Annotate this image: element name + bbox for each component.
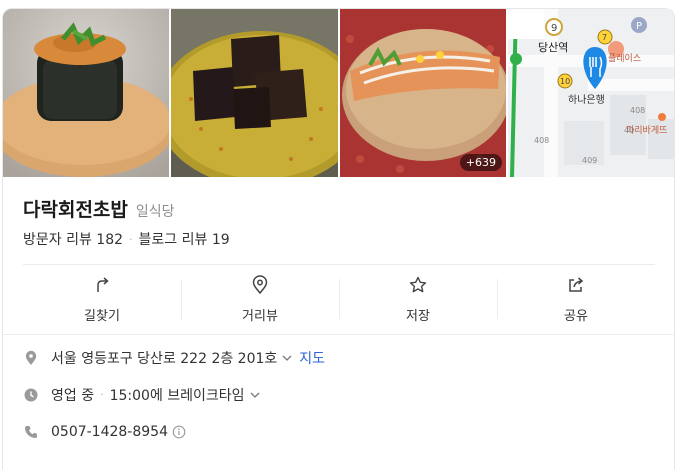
streetview-button[interactable]: 거리뷰 xyxy=(181,265,339,334)
map-place-label-1: 플레이스 xyxy=(608,53,641,64)
phone-row: 0507-1428-8954 xyxy=(23,413,653,450)
parking-label: P xyxy=(636,21,642,32)
separator-dot: · xyxy=(129,232,133,246)
map-bldg-409: 409 xyxy=(582,156,597,165)
chevron-down-icon[interactable] xyxy=(249,389,261,401)
exit-10-label: 10 xyxy=(560,77,570,86)
phone-number[interactable]: 0507-1428-8954 xyxy=(51,424,168,440)
place-header: 다락회전초밥 일식당 방문자 리뷰 182 · 블로그 리뷰 19 xyxy=(3,177,674,263)
directions-label: 길찾기 xyxy=(84,309,120,324)
separator-dot: · xyxy=(100,388,104,401)
map-bldg-40: 40 xyxy=(624,126,634,135)
map-bldg-408b: 408 xyxy=(630,106,645,115)
visitor-reviews-link[interactable]: 방문자 리뷰 182 xyxy=(23,229,123,249)
exit-7-label: 7 xyxy=(602,33,607,42)
clock-icon xyxy=(24,388,38,401)
place-category: 일식당 xyxy=(135,204,175,220)
share-button[interactable]: 공유 xyxy=(497,265,655,334)
map-station-label: 당산역 xyxy=(538,41,568,54)
save-button[interactable]: 저장 xyxy=(339,265,497,334)
star-icon xyxy=(409,276,427,293)
photo-salmon[interactable]: +639 xyxy=(340,9,506,177)
place-name: 다락회전초밥 xyxy=(23,199,128,221)
hours-detail: 15:00에 브레이크타임 xyxy=(109,387,245,404)
chevron-down-icon[interactable] xyxy=(281,352,293,364)
map-bldg-408a: 408 xyxy=(534,136,549,145)
streetview-label: 거리뷰 xyxy=(242,309,278,324)
hours-status: 영업 중 xyxy=(51,387,95,404)
save-label: 저장 xyxy=(406,309,430,324)
info-icon[interactable] xyxy=(172,425,186,439)
directions-button[interactable]: 길찾기 xyxy=(23,265,181,334)
subway-line-9-label: 9 xyxy=(551,23,557,34)
directions-icon xyxy=(97,277,109,292)
reviews-row: 방문자 리뷰 182 · 블로그 리뷰 19 xyxy=(23,229,230,249)
mini-map[interactable]: 9 7 10 P 당산역 플레이스 하나은행 파리바게뜨 408 408 409… xyxy=(508,9,674,177)
share-icon xyxy=(569,277,584,292)
hours-row[interactable]: 영업 중 · 15:00에 브레이크타임 xyxy=(23,376,653,413)
streetview-pin-icon xyxy=(252,275,268,295)
action-bar: 길찾기 거리뷰 저장 공유 xyxy=(23,264,655,334)
address-row: 서울 영등포구 당산로 222 2층 201호 지도 xyxy=(23,339,653,376)
blog-reviews-link[interactable]: 블로그 리뷰 19 xyxy=(139,229,230,249)
map-link[interactable]: 지도 xyxy=(299,348,325,368)
photo-brownie[interactable] xyxy=(171,9,338,177)
title-row: 다락회전초밥 일식당 xyxy=(23,195,175,222)
photo-sushi[interactable] xyxy=(3,9,169,177)
info-list: 서울 영등포구 당산로 222 2층 201호 지도 영업 중 · 15:00에… xyxy=(23,339,653,450)
share-label: 공유 xyxy=(564,309,588,324)
phone-icon xyxy=(25,425,37,438)
address-text: 서울 영등포구 당산로 222 2층 201호 xyxy=(51,350,278,367)
more-photos-badge[interactable]: +639 xyxy=(459,154,502,171)
photo-strip: +639 9 7 10 P 당산역 플레이스 하나은행 파리바게뜨 408 40… xyxy=(3,9,674,177)
map-bank-label: 하나은행 xyxy=(568,93,605,106)
location-pin-icon xyxy=(25,350,37,365)
divider xyxy=(3,334,674,335)
place-card: +639 9 7 10 P 당산역 플레이스 하나은행 파리바게뜨 408 40… xyxy=(2,8,675,470)
